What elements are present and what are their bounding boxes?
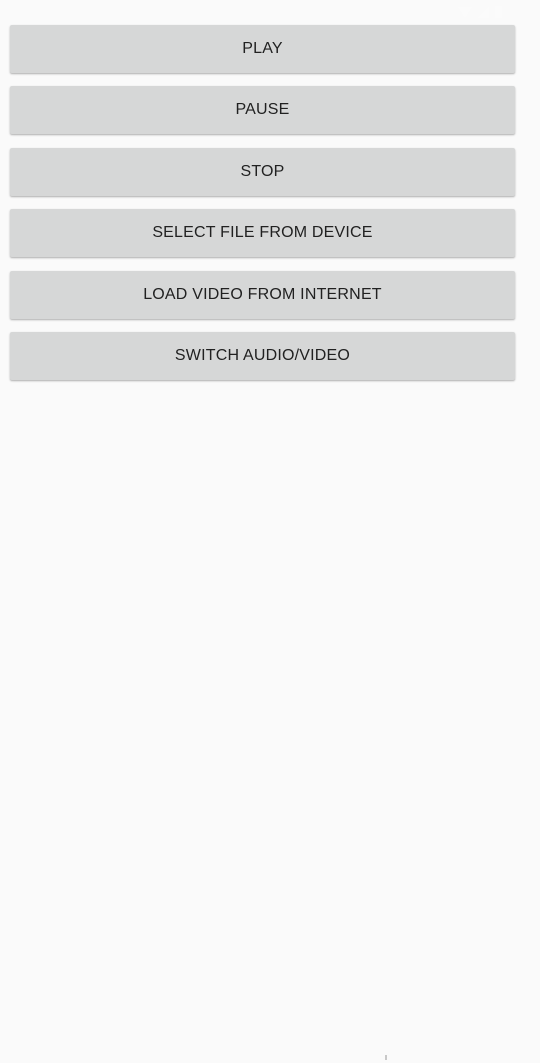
load-video-button[interactable]: LOAD VIDEO FROM INTERNET xyxy=(10,270,515,319)
stop-button[interactable]: STOP xyxy=(10,147,515,196)
wifi-icon xyxy=(458,6,472,18)
status-icons xyxy=(458,6,502,18)
status-bar xyxy=(0,0,540,24)
media-controls: PLAY PAUSE STOP SELECT FILE FROM DEVICE … xyxy=(10,25,515,393)
pause-button[interactable]: PAUSE xyxy=(10,86,515,135)
switch-audio-video-button[interactable]: SWITCH AUDIO/VIDEO xyxy=(10,331,515,380)
signal-icon xyxy=(478,6,489,18)
battery-icon xyxy=(495,6,502,18)
navigation-hint xyxy=(385,1055,387,1060)
select-file-button[interactable]: SELECT FILE FROM DEVICE xyxy=(10,209,515,258)
play-button[interactable]: PLAY xyxy=(10,25,515,73)
